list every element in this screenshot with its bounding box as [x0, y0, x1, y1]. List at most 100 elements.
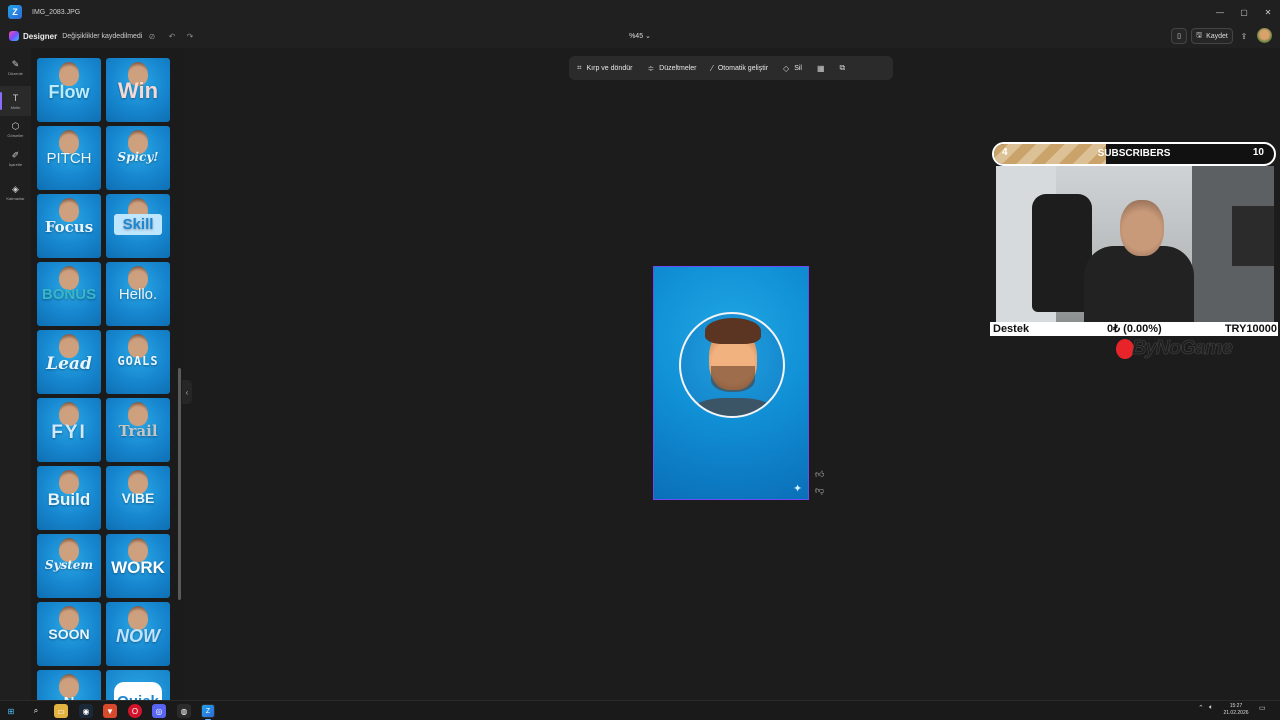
more-tools-button[interactable]: ⧉: [840, 63, 846, 73]
text-style-tile[interactable]: FYI: [37, 398, 101, 462]
crop-rotate-button[interactable]: ⌗ Kırp ve döndür: [577, 63, 632, 73]
save-label: Kaydet: [1206, 32, 1228, 40]
start-button[interactable]: ⊞: [4, 704, 18, 718]
text-style-tile[interactable]: NOW: [106, 602, 170, 666]
save-icon: 🖫: [1196, 31, 1203, 39]
donation-goal: TRY10000: [1224, 323, 1277, 335]
obs-icon: ◍: [180, 706, 188, 716]
tile-label: SOON: [48, 626, 90, 642]
donation-label: Destek: [993, 323, 1030, 335]
tile-label: Trail: [118, 422, 158, 440]
text-style-tile[interactable]: Lead: [37, 330, 101, 394]
tools-icon: ⧉: [839, 63, 846, 72]
folder-icon: ▭: [57, 706, 65, 716]
taskbar: ⊞ ⌕ ▭ ◉ ▼ O ◎ ◍ Z ⌃ 🔈︎ 15:27 21.02.2026 …: [0, 700, 1280, 720]
layers-icon: ◈: [12, 183, 19, 194]
user-avatar[interactable]: [1257, 28, 1272, 43]
auto-label: Otomatik geliştir: [717, 64, 769, 72]
eraser-icon: ◇: [783, 63, 790, 73]
clock-date: 21.02.2026: [1223, 710, 1249, 716]
tile-label: VIBE: [121, 490, 155, 506]
rail-item-visuals[interactable]: ⬡ Görseller: [0, 114, 31, 144]
search-button[interactable]: ⌕: [29, 704, 43, 718]
zoom-dropdown[interactable]: %45 ⌄: [620, 24, 660, 48]
text-style-tile[interactable]: Focus: [37, 194, 101, 258]
rail-item-text[interactable]: T Metin: [0, 86, 31, 116]
text-style-tile[interactable]: Quick: [106, 670, 170, 700]
adjust-label: Düzeltmeler: [659, 64, 697, 72]
text-style-tile[interactable]: Trail: [106, 398, 170, 462]
designer-icon: Z: [202, 705, 214, 717]
search-icon: ⌕: [33, 706, 39, 715]
tray-chevron-icon[interactable]: ⌃: [1198, 704, 1204, 712]
windows-icon: ⊞: [7, 706, 15, 716]
text-style-tile[interactable]: SOON: [37, 602, 101, 666]
undo-icon[interactable]: ↶: [166, 24, 178, 48]
text-style-tile[interactable]: Flow: [37, 58, 101, 122]
erase-label: Sil: [794, 64, 802, 72]
rail-item-layers[interactable]: ◈ Katmanlar: [0, 177, 31, 207]
rail-item-label: Metin: [10, 104, 21, 110]
window-titlebar: Z IMG_2083.JPG: [0, 0, 1280, 24]
text-style-tile[interactable]: Win: [106, 58, 170, 122]
left-rail: ✎ Düzenle T Metin ⬡ Görseller ✐ İşaretle…: [0, 48, 31, 700]
taskbar-brave[interactable]: ▼: [103, 704, 117, 718]
text-style-tile[interactable]: Build: [37, 466, 101, 530]
window-title: IMG_2083.JPG: [32, 8, 81, 16]
redo-icon[interactable]: ↷: [184, 24, 196, 48]
subscriber-current: 4: [1002, 147, 1008, 158]
thumbs-down-icon[interactable]: 👎︎: [815, 485, 824, 496]
device-preview-button[interactable]: ▯: [1171, 28, 1187, 44]
tile-label: FYI: [51, 422, 87, 443]
maximize-button[interactable]: ▢: [1232, 0, 1256, 24]
volume-icon[interactable]: 🔈︎: [1209, 704, 1213, 712]
text-style-tile[interactable]: GOALS: [106, 330, 170, 394]
taskbar-opera[interactable]: O: [128, 704, 142, 718]
save-button[interactable]: 🖫 Kaydet: [1191, 28, 1233, 44]
text-style-tile[interactable]: Spicy!: [106, 126, 170, 190]
text-style-tile[interactable]: N: [37, 670, 101, 700]
text-style-tile[interactable]: Skill: [106, 194, 170, 258]
rail-item-markup[interactable]: ✐ İşaretle: [0, 143, 31, 173]
taskbar-file-explorer[interactable]: ▭: [54, 704, 68, 718]
text-style-tile[interactable]: System: [37, 534, 101, 598]
taskbar-discord[interactable]: ◎: [152, 704, 166, 718]
tile-label: GOALS: [117, 354, 159, 368]
taskbar-designer[interactable]: Z: [201, 704, 215, 720]
text-style-tile[interactable]: Hello.: [106, 262, 170, 326]
text-style-tile[interactable]: WORK: [106, 534, 170, 598]
text-style-tile[interactable]: VIBE: [106, 466, 170, 530]
brave-icon: ▼: [106, 706, 114, 716]
save-status: Değişiklikler kaydedilmedi: [62, 32, 143, 40]
background-remove-button[interactable]: ▦: [817, 64, 825, 73]
brand-name: Designer: [23, 31, 58, 41]
close-button[interactable]: ✕: [1256, 0, 1280, 24]
collapse-panel-button[interactable]: ‹: [182, 380, 192, 404]
bynogame-logo: ByNoGame: [1116, 337, 1246, 361]
panel-scrollbar[interactable]: [178, 368, 181, 600]
thumbs-up-icon[interactable]: 👍︎: [815, 469, 824, 480]
tile-label: Hello.: [118, 286, 158, 303]
shapes-icon: ⬡: [11, 120, 20, 131]
taskbar-steam[interactable]: ◉: [79, 704, 93, 718]
share-icon[interactable]: ⇪: [1238, 24, 1250, 48]
text-style-tile[interactable]: BONUS: [37, 262, 101, 326]
auto-enhance-button[interactable]: ⁄ Otomatik geliştir: [712, 64, 769, 73]
crop-label: Kırp ve döndür: [586, 64, 633, 72]
minimize-button[interactable]: —: [1208, 0, 1232, 24]
magic-wand-icon: ⁄: [711, 63, 713, 73]
opera-icon: O: [131, 706, 139, 716]
notifications-icon[interactable]: ▭: [1259, 704, 1266, 712]
taskbar-clock[interactable]: 15:27 21.02.2026: [1218, 703, 1254, 717]
taskbar-obs[interactable]: ◍: [177, 704, 191, 718]
rail-item-edit[interactable]: ✎ Düzenle: [0, 52, 31, 82]
erase-button[interactable]: ◇ Sil: [783, 64, 802, 73]
adjustments-button[interactable]: ≑ Düzeltmeler: [647, 64, 696, 73]
crop-icon: ⌗: [577, 63, 582, 72]
text-style-tile[interactable]: PITCH: [37, 126, 101, 190]
subscriber-label: SUBSCRIBERS: [1097, 148, 1171, 159]
steam-icon: ◉: [82, 706, 90, 716]
canvas-image[interactable]: ✦: [653, 266, 809, 500]
tile-label: Focus: [44, 218, 94, 236]
tile-label: BONUS: [41, 286, 97, 303]
